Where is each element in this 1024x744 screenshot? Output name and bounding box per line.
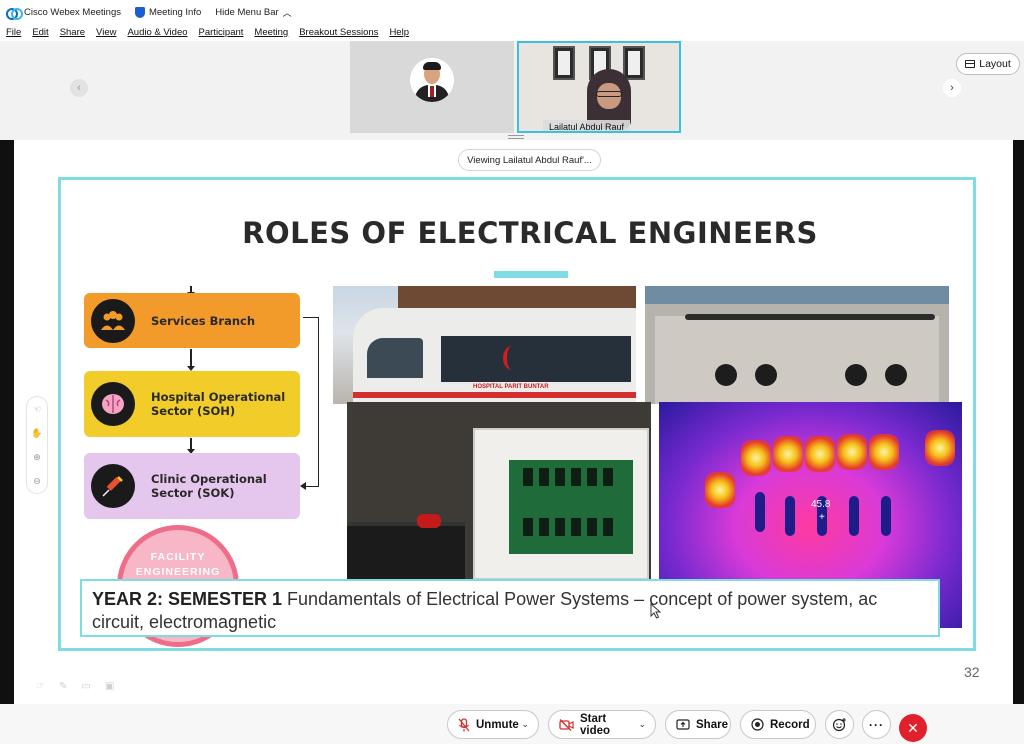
menu-edit[interactable]: Edit (32, 27, 48, 38)
close-icon: ✕ (907, 719, 919, 736)
hide-menu-bar-button[interactable]: Hide Menu Bar ︿ (215, 6, 291, 19)
services-branch-box: Services Branch (84, 293, 300, 348)
more-options-button[interactable]: ··· (862, 710, 891, 739)
scroll-right-button[interactable]: › (943, 79, 961, 97)
menu-file[interactable]: File (6, 27, 21, 38)
layout-label: Layout (979, 58, 1011, 70)
zoom-in-icon[interactable]: ⊕ (33, 452, 41, 463)
zoom-out-icon[interactable]: ⊖ (33, 476, 41, 487)
hide-menu-bar-label: Hide Menu Bar (215, 6, 279, 18)
meeting-info-button[interactable]: Meeting Info (134, 6, 202, 18)
app-title: Cisco Webex Meetings (6, 6, 121, 20)
share-button[interactable]: Share (665, 710, 731, 739)
hospital-sector-label: Hospital Operational Sector (SOH) (151, 390, 286, 418)
shield-icon (134, 6, 145, 18)
clinic-sector-label: Clinic Operational Sector (SOK) (151, 472, 267, 500)
share-icon (676, 718, 690, 731)
participant-tile[interactable] (350, 41, 514, 133)
unmute-button[interactable]: Unmute ⌄ (447, 710, 539, 739)
resize-handle[interactable] (508, 135, 524, 139)
viewing-indicator[interactable]: Viewing Lailatul Abdul Rauf'... (458, 149, 601, 171)
flow-bracket (303, 317, 319, 487)
unmute-label: Unmute (476, 718, 519, 731)
page-number: 32 (964, 664, 980, 680)
app-name: Cisco Webex Meetings (24, 6, 121, 18)
participant-name-tag: Lailatul Abdul Rauf (543, 120, 631, 131)
title-underline (494, 271, 568, 278)
drag-tool-icon[interactable]: ✋ (31, 428, 42, 439)
eraser-icon[interactable]: ▭ (81, 681, 104, 692)
slide-area: Viewing Lailatul Abdul Rauf'... ROLES OF… (14, 140, 1013, 704)
chevron-down-icon[interactable]: ⌄ (521, 719, 529, 730)
more-icon: ··· (869, 717, 884, 732)
hospital-sector-box: Hospital Operational Sector (SOH) (84, 371, 300, 437)
slide-title: ROLES OF ELECTRICAL ENGINEERS (242, 216, 818, 250)
video-off-icon (559, 718, 574, 731)
chevron-up-icon: ︿ (282, 7, 292, 18)
annotation-tools-faded: ☞✎▭▣ (36, 681, 128, 692)
stamp-icon[interactable]: ▣ (105, 681, 128, 692)
flow-arrowhead (300, 482, 306, 490)
relay-board-photo (347, 402, 651, 580)
record-icon (751, 718, 764, 731)
webex-logo-icon (6, 7, 23, 20)
electrical-panel-photo (645, 286, 949, 404)
start-video-label: Start video (580, 712, 611, 737)
layout-button[interactable]: Layout (956, 53, 1020, 75)
chevron-down-icon[interactable]: ⌄ (638, 719, 646, 730)
group-icon (91, 298, 135, 343)
pointer-icon[interactable]: ☞ (36, 681, 59, 692)
caption-bold: YEAR 2: SEMESTER 1 (92, 589, 283, 609)
participant-tile-active[interactable]: Lailatul Abdul Rauf (517, 41, 681, 133)
mic-muted-icon (458, 717, 470, 732)
services-branch-label: Services Branch (151, 313, 256, 328)
shared-content-area: Viewing Lailatul Abdul Rauf'... ROLES OF… (0, 140, 1024, 704)
annotation-toolbar: ☜ ✋ ⊕ ⊖ (26, 396, 48, 494)
wall-frame (553, 46, 575, 80)
menu-breakout-sessions[interactable]: Breakout Sessions (299, 27, 378, 38)
title-bar: Cisco Webex Meetings Meeting Info Hide M… (0, 0, 1024, 24)
share-label: Share (696, 718, 728, 731)
record-button[interactable]: Record (740, 710, 816, 739)
crosshair-icon: + (819, 512, 825, 523)
syringe-icon (91, 464, 135, 508)
menu-help[interactable]: Help (389, 27, 409, 38)
menu-bar: File Edit Share View Audio & Video Parti… (0, 24, 1024, 41)
record-label: Record (770, 718, 810, 731)
pen-icon[interactable]: ✎ (59, 681, 81, 692)
menu-participant[interactable]: Participant (199, 27, 244, 38)
menu-meeting[interactable]: Meeting (254, 27, 288, 38)
meeting-info-label: Meeting Info (148, 6, 202, 18)
temperature-readout: 45.8 (811, 499, 831, 510)
reactions-button[interactable] (825, 710, 854, 739)
menu-audio-video[interactable]: Audio & Video (127, 27, 187, 38)
pointer-tool-icon[interactable]: ☜ (33, 404, 41, 415)
avatar (410, 58, 454, 102)
menu-view[interactable]: View (96, 27, 116, 38)
menu-share[interactable]: Share (60, 27, 85, 38)
participant-strip: ‹ Lailatul Abdul Rauf Layout › (0, 41, 1024, 140)
end-meeting-button[interactable]: ✕ (899, 714, 927, 742)
flow-arrow (187, 349, 195, 371)
ambulance-photo: HOSPITAL PARIT BUNTAR (333, 286, 636, 404)
flow-arrow (187, 438, 195, 454)
start-video-button[interactable]: Start video ⌄ (548, 710, 656, 739)
meeting-control-bar: Unmute ⌄ Start video ⌄ Share Record ··· … (0, 704, 1024, 744)
mouse-cursor-icon (650, 603, 662, 619)
slide-caption: YEAR 2: SEMESTER 1 Fundamentals of Elect… (80, 579, 940, 637)
brain-icon (91, 382, 135, 426)
clinic-sector-box: Clinic Operational Sector (SOK) (84, 453, 300, 519)
emoji-icon (832, 718, 846, 732)
layout-icon (965, 60, 976, 68)
scroll-left-button[interactable]: ‹ (70, 79, 88, 97)
ambulance-text: HOSPITAL PARIT BUNTAR (473, 384, 549, 390)
